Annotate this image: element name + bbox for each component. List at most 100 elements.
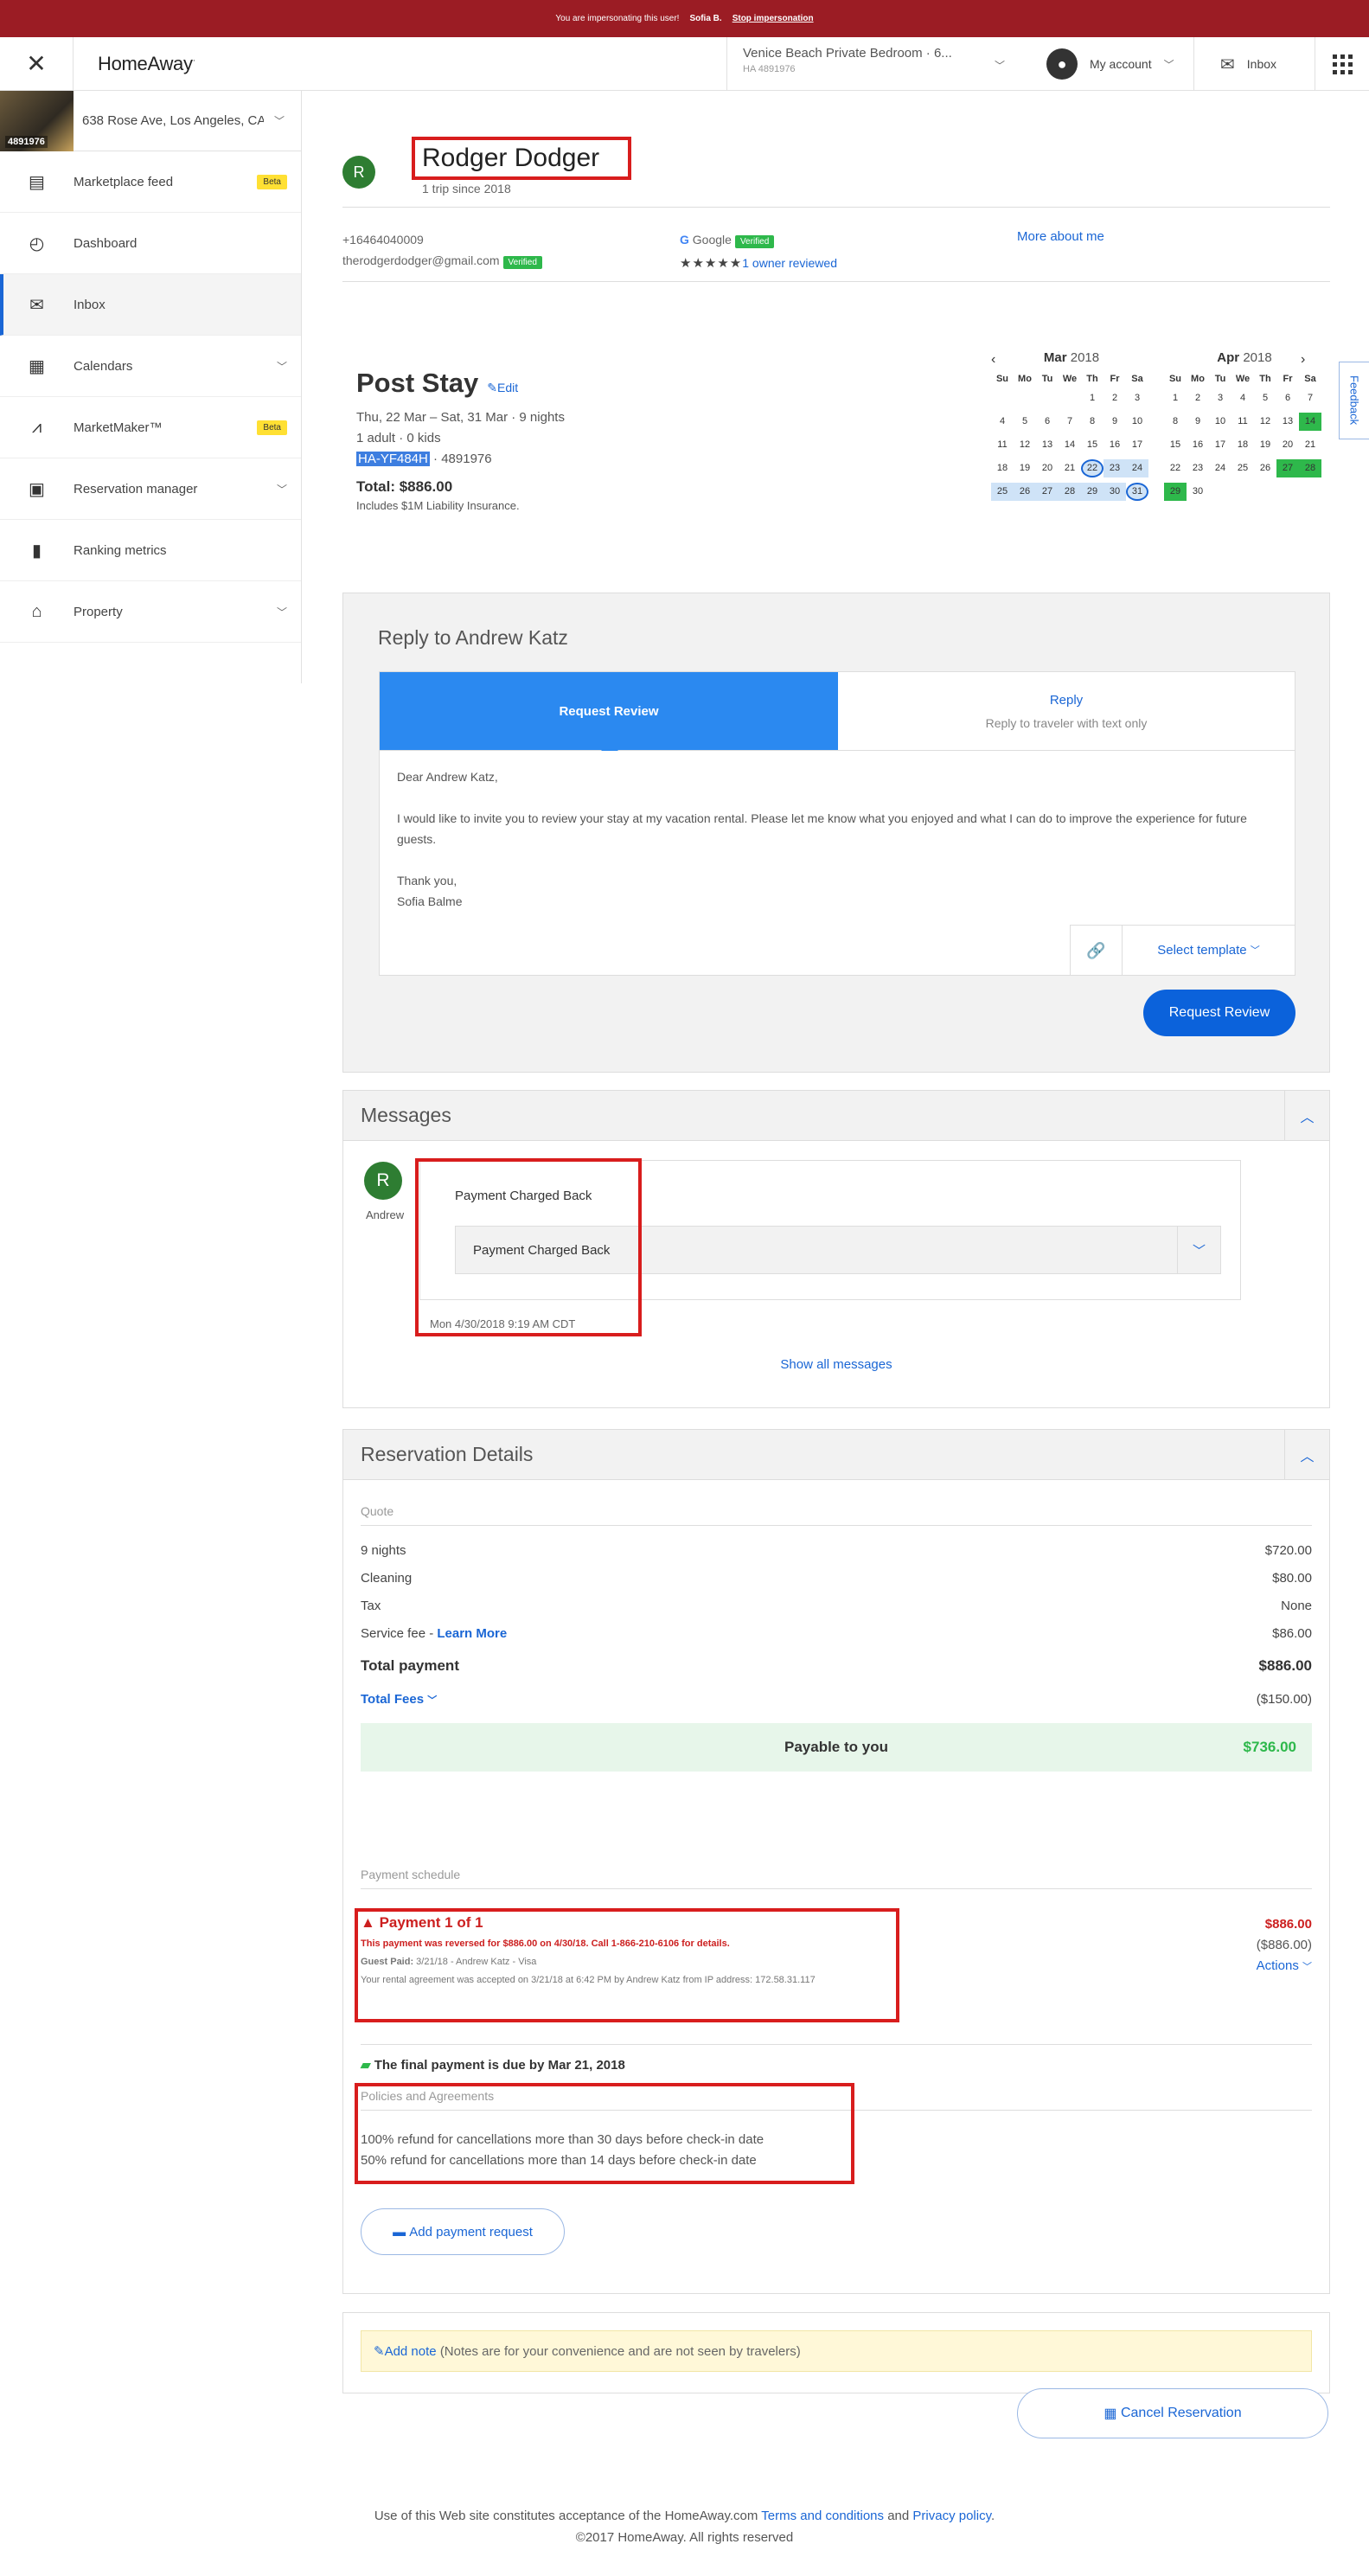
add-note-link[interactable]: ✎Add note bbox=[374, 2343, 437, 2359]
sidebar-item-property[interactable]: ⌂ Property ﹀ bbox=[0, 581, 301, 643]
calendar-day[interactable]: 16 bbox=[1104, 436, 1126, 454]
sidebar-item-calendars[interactable]: ▦ Calendars ﹀ bbox=[0, 336, 301, 397]
sidebar-item-ranking-metrics[interactable]: ▮ Ranking metrics bbox=[0, 520, 301, 581]
calendar-day[interactable]: 13 bbox=[1036, 436, 1059, 454]
calendar-day[interactable]: 31 bbox=[1126, 483, 1148, 501]
calendar-day[interactable]: 19 bbox=[1014, 459, 1036, 477]
calendar-day[interactable]: 15 bbox=[1164, 436, 1187, 454]
calendar-day[interactable]: 24 bbox=[1126, 459, 1148, 477]
inbox-label: Inbox bbox=[1246, 57, 1277, 71]
calendar-day[interactable]: 22 bbox=[1081, 459, 1104, 477]
calendar-day[interactable]: 8 bbox=[1081, 413, 1104, 431]
calendar-day[interactable]: 5 bbox=[1014, 413, 1036, 431]
calendar-day[interactable]: 7 bbox=[1299, 389, 1321, 407]
calendar-day[interactable]: 22 bbox=[1164, 459, 1187, 477]
request-review-button[interactable]: Request Review bbox=[1143, 990, 1295, 1036]
calendar-day[interactable]: 15 bbox=[1081, 436, 1104, 454]
terms-link[interactable]: Terms and conditions bbox=[761, 2509, 884, 2523]
select-template-dropdown[interactable]: Select template ﹀ bbox=[1122, 926, 1295, 975]
owner-reviewed-link[interactable]: 1 owner reviewed bbox=[742, 256, 837, 270]
sidebar-item-inbox[interactable]: ✉ Inbox bbox=[0, 274, 301, 336]
sidebar-item-dashboard[interactable]: ◴ Dashboard bbox=[0, 213, 301, 274]
add-payment-request-button[interactable]: ▬ Add payment request bbox=[361, 2208, 565, 2255]
attachment-link-icon[interactable]: 🔗 bbox=[1070, 926, 1122, 975]
apps-grid-icon[interactable] bbox=[1315, 37, 1369, 91]
calendar-day[interactable]: 8 bbox=[1164, 413, 1187, 431]
sidebar-item-reservation-manager[interactable]: ▣ Reservation manager ﹀ bbox=[0, 458, 301, 520]
calendar-day[interactable]: 14 bbox=[1059, 436, 1081, 454]
calendar-day[interactable]: 25 bbox=[991, 483, 1014, 501]
stop-impersonation-link[interactable]: Stop impersonation bbox=[732, 14, 814, 23]
calendar-day[interactable]: 10 bbox=[1126, 413, 1148, 431]
calendar-day[interactable]: 23 bbox=[1104, 459, 1126, 477]
calendar-day[interactable]: 11 bbox=[991, 436, 1014, 454]
calendar-day[interactable]: 17 bbox=[1126, 436, 1148, 454]
calendar-day[interactable]: 7 bbox=[1059, 413, 1081, 431]
calendar-day[interactable]: 25 bbox=[1231, 459, 1254, 477]
calendar-day[interactable]: 4 bbox=[1231, 389, 1254, 407]
message-textarea[interactable]: Dear Andrew Katz, I would like to invite… bbox=[379, 751, 1295, 976]
chevron-up-icon[interactable]: ︿ bbox=[1284, 1091, 1329, 1140]
calendar-day[interactable]: 26 bbox=[1014, 483, 1036, 501]
calendar-day[interactable]: 20 bbox=[1276, 436, 1299, 454]
cancel-reservation-button[interactable]: ▦ Cancel Reservation bbox=[1017, 2388, 1328, 2438]
calendar-day[interactable]: 10 bbox=[1209, 413, 1231, 431]
actions-dropdown[interactable]: Actions ﹀ bbox=[1257, 1956, 1312, 1977]
calendar-day[interactable]: 2 bbox=[1187, 389, 1209, 407]
tab-reply[interactable]: Reply Reply to traveler with text only bbox=[838, 672, 1295, 750]
calendar-day[interactable]: 3 bbox=[1126, 389, 1148, 407]
calendar-day[interactable]: 27 bbox=[1036, 483, 1059, 501]
calendar-day[interactable]: 6 bbox=[1276, 389, 1299, 407]
calendar-day[interactable]: 6 bbox=[1036, 413, 1059, 431]
calendar-day[interactable]: 14 bbox=[1299, 413, 1321, 431]
calendar-day[interactable]: 1 bbox=[1164, 389, 1187, 407]
sidebar-item-marketmaker[interactable]: ⩘ MarketMaker™ Beta bbox=[0, 397, 301, 458]
calendar-day[interactable]: 16 bbox=[1187, 436, 1209, 454]
calendar-day[interactable]: 9 bbox=[1104, 413, 1126, 431]
calendar-day[interactable]: 5 bbox=[1254, 389, 1276, 407]
calendar-day[interactable]: 18 bbox=[991, 459, 1014, 477]
calendar-day[interactable]: 29 bbox=[1164, 483, 1187, 501]
calendar-day[interactable]: 21 bbox=[1059, 459, 1081, 477]
privacy-link[interactable]: Privacy policy bbox=[912, 2509, 991, 2523]
calendar-day[interactable]: 30 bbox=[1104, 483, 1126, 501]
calendar-day[interactable]: 20 bbox=[1036, 459, 1059, 477]
calendar-day[interactable]: 11 bbox=[1231, 413, 1254, 431]
calendar-day[interactable]: 21 bbox=[1299, 436, 1321, 454]
edit-button[interactable]: ✎Edit bbox=[487, 381, 518, 394]
sidebar-item-marketplace-feed[interactable]: ▤ Marketplace feed Beta bbox=[0, 151, 301, 213]
calendar-day[interactable]: 19 bbox=[1254, 436, 1276, 454]
calendar-day[interactable]: 12 bbox=[1254, 413, 1276, 431]
calendar-day[interactable]: 18 bbox=[1231, 436, 1254, 454]
calendar-day[interactable]: 13 bbox=[1276, 413, 1299, 431]
calendar-day[interactable]: 1 bbox=[1081, 389, 1104, 407]
calendar-day[interactable]: 28 bbox=[1299, 459, 1321, 477]
tab-request-review[interactable]: Request Review bbox=[380, 672, 838, 759]
inbox-link[interactable]: ✉ Inbox bbox=[1193, 37, 1315, 91]
calendar-day[interactable]: 2 bbox=[1104, 389, 1126, 407]
calendar-day[interactable]: 27 bbox=[1276, 459, 1299, 477]
learn-more-link[interactable]: Learn More bbox=[437, 1626, 507, 1641]
calendar-day[interactable]: 29 bbox=[1081, 483, 1104, 501]
calendar-day[interactable]: 17 bbox=[1209, 436, 1231, 454]
close-icon[interactable]: ✕ bbox=[0, 36, 74, 91]
my-account-menu[interactable]: ● My account ﹀ bbox=[1020, 37, 1193, 91]
calendar-day[interactable]: 23 bbox=[1187, 459, 1209, 477]
calendar-day[interactable]: 9 bbox=[1187, 413, 1209, 431]
calendar-day[interactable]: 24 bbox=[1209, 459, 1231, 477]
calendar-day[interactable]: 12 bbox=[1014, 436, 1036, 454]
more-about-me-link[interactable]: More about me bbox=[1017, 229, 1104, 244]
total-fees-toggle[interactable]: Total Fees ﹀ bbox=[361, 1692, 437, 1707]
chevron-up-icon[interactable]: ︿ bbox=[1284, 1430, 1329, 1479]
calendar-day[interactable]: 28 bbox=[1059, 483, 1081, 501]
sidebar-property-selector[interactable]: 4891976 638 Rose Ave, Los Angeles, CA ﹀ bbox=[0, 90, 301, 151]
calendar-day[interactable]: 4 bbox=[991, 413, 1014, 431]
feedback-tab[interactable]: Feedback bbox=[1339, 362, 1369, 439]
calendar-day[interactable]: 30 bbox=[1187, 483, 1209, 501]
calendar-day[interactable]: 3 bbox=[1209, 389, 1231, 407]
chevron-down-icon[interactable]: ﹀ bbox=[1177, 1227, 1220, 1273]
show-all-messages-link[interactable]: Show all messages bbox=[343, 1357, 1329, 1372]
property-selector[interactable]: Venice Beach Private Bedroom · 6... HA 4… bbox=[726, 37, 1020, 91]
calendar-day[interactable]: 26 bbox=[1254, 459, 1276, 477]
logo[interactable]: HomeAway· bbox=[98, 53, 195, 75]
